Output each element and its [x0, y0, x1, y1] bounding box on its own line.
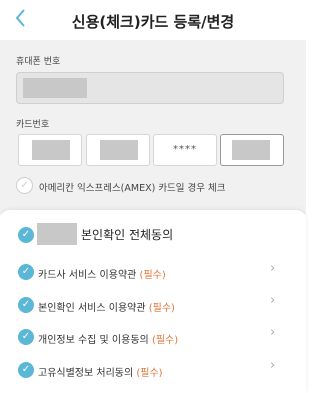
required-badge: (필수) — [136, 368, 163, 379]
agreement-item-label: 고유식별정보 처리동의 — [38, 368, 134, 379]
header: 신용(체크)카드 등록/변경 — [0, 0, 306, 40]
phone-field[interactable] — [16, 72, 284, 104]
masked-name — [37, 223, 77, 245]
checkmark-icon[interactable]: ✓ — [18, 329, 34, 345]
masked-card-segment — [32, 140, 70, 160]
card-number-field-1[interactable] — [18, 134, 82, 166]
chevron-right-icon[interactable]: › — [270, 358, 275, 373]
checkmark-icon[interactable]: ✓ — [16, 177, 33, 194]
agreement-item[interactable]: 카드사 서비스 이용약관 (필수) — [38, 266, 166, 281]
required-badge: (필수) — [148, 303, 175, 314]
card-number-field-4[interactable] — [220, 134, 284, 166]
agree-all-checkmark-icon[interactable]: ✓ — [18, 227, 34, 243]
required-badge: (필수) — [139, 270, 166, 281]
agreement-item-label: 개인정보 수집 및 이용동의 — [38, 335, 149, 346]
chevron-right-icon[interactable]: › — [270, 293, 275, 308]
agreement-item-label: 본인확인 서비스 이용약관 — [38, 303, 146, 314]
chevron-right-icon[interactable]: › — [270, 261, 275, 276]
card-number-field-3[interactable]: **** — [153, 134, 217, 166]
masked-card-segment — [232, 140, 270, 160]
checkmark-icon[interactable]: ✓ — [18, 264, 34, 280]
page-title: 신용(체크)카드 등록/변경 — [71, 13, 235, 31]
amex-label: 아메리칸 익스프레스(AMEX) 카드일 경우 체크 — [39, 183, 226, 194]
required-badge: (필수) — [151, 335, 179, 346]
phone-label: 휴대폰 번호 — [16, 57, 61, 67]
card-number-field-2[interactable] — [86, 134, 150, 166]
agree-all-label[interactable]: 본인확인 전체동의 — [81, 226, 173, 243]
checkmark-icon[interactable]: ✓ — [18, 362, 34, 378]
agreement-item[interactable]: 고유식별정보 처리동의 (필수) — [38, 364, 163, 379]
agreement-item-label: 카드사 서비스 이용약관 — [38, 270, 137, 281]
card-number-label: 카드번호 — [16, 120, 50, 130]
checkmark-icon[interactable]: ✓ — [18, 297, 34, 313]
masked-phone-number — [23, 78, 87, 98]
agreement-item[interactable]: 본인확인 서비스 이용약관 (필수) — [38, 299, 175, 314]
amex-checkbox-row[interactable]: ✓ 아메리칸 익스프레스(AMEX) 카드일 경우 체크 — [16, 177, 286, 195]
agreement-item[interactable]: 개인정보 수집 및 이용동의 (필수) — [38, 331, 178, 346]
chevron-right-icon[interactable]: › — [270, 325, 275, 340]
masked-card-segment — [100, 140, 138, 160]
